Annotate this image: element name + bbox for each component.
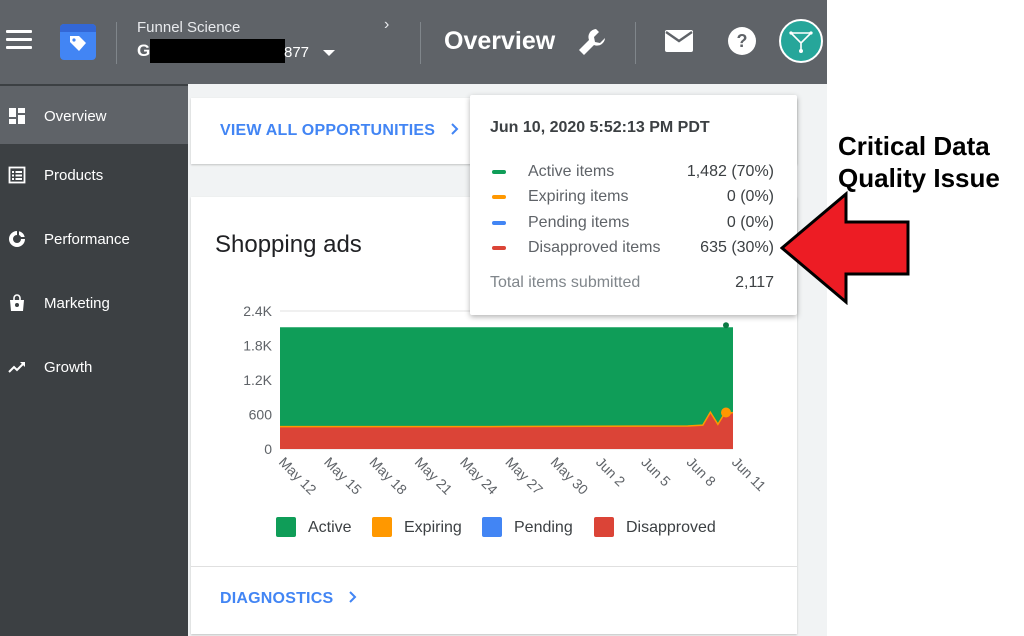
legend-label: Expiring [404, 519, 462, 536]
annotation-text: Critical Data Quality Issue [838, 130, 1000, 194]
view-all-opportunities-label: VIEW ALL OPPORTUNITIES [220, 122, 436, 139]
x-tick-label: May 24 [457, 454, 501, 498]
series-dash-disapproved [492, 246, 506, 250]
shopping-ads-chart: 0 600 1.2K 1.8K 2.4K May 12 May 15 May 18 May 21… [243, 303, 769, 498]
sidebar-item-products[interactable]: Products [0, 145, 188, 203]
sidebar-item-growth[interactable]: Growth [0, 337, 188, 395]
marketing-icon [10, 294, 24, 311]
products-icon [8, 166, 26, 184]
svg-text:?: ? [737, 31, 748, 51]
legend-swatch-active [276, 517, 296, 537]
x-tick-label: May 21 [412, 454, 456, 498]
header-divider [116, 22, 117, 64]
tooltip-row-active: Active items 1,482 (70%) [470, 161, 797, 183]
diagnostics-label: DIAGNOSTICS [220, 590, 334, 607]
series-dash-pending [492, 221, 506, 225]
tooltip-row-value: 0 (0%) [726, 214, 774, 231]
sidebar-item-overview[interactable]: Overview [0, 86, 188, 144]
performance-icon [9, 231, 25, 247]
legend-label: Active [308, 519, 352, 536]
chevron-right-icon [349, 591, 357, 603]
x-tick-label: May 30 [548, 454, 592, 498]
active-point [723, 322, 729, 329]
x-tick-label: Jun 8 [684, 454, 720, 490]
tooltip-row-label: Expiring items [528, 188, 629, 205]
x-tick-label: Jun 5 [638, 454, 674, 490]
annotation-line-1: Critical Data [838, 131, 990, 161]
diagnostics-link[interactable]: DIAGNOSTICS [220, 590, 358, 608]
red-arrow-annotation [780, 190, 910, 305]
legend-swatch-pending [482, 517, 502, 537]
tooltip-date: Jun 10, 2020 5:52:13 PM PDT [490, 119, 710, 136]
legend-label: Disapproved [626, 519, 716, 536]
tooltip-row-expiring: Expiring items 0 (0%) [470, 186, 797, 208]
y-tick-label: 0 [264, 441, 272, 457]
growth-icon [8, 362, 25, 373]
redaction-bar [150, 39, 285, 63]
breadcrumb-chevron-icon: › [384, 16, 390, 33]
x-tick-label: Jun 11 [729, 454, 769, 494]
sidebar-item-label: Overview [44, 108, 107, 125]
tooltip-row-disapproved: Disapproved items 635 (30%) [470, 237, 797, 259]
shopping-ads-title: Shopping ads [215, 231, 362, 258]
y-tick-label: 600 [249, 407, 273, 423]
x-tick-label: Jun 2 [593, 454, 629, 490]
series-dash-expiring [492, 195, 506, 199]
account-name: Funnel Science [137, 19, 241, 36]
sidebar-item-performance[interactable]: Performance [0, 209, 188, 267]
tooltip-total-label: Total items submitted [490, 274, 641, 291]
tooltip-total-value: 2,117 [735, 274, 774, 291]
wrench-icon[interactable] [576, 26, 608, 63]
legend-swatch-disapproved [594, 517, 614, 537]
tooltip-row-label: Active items [528, 163, 615, 180]
y-tick-label: 1.8K [243, 338, 272, 354]
overview-icon [9, 108, 25, 124]
sidebar-item-label: Products [44, 167, 104, 184]
menu-icon[interactable] [6, 30, 32, 52]
account-id-prefix[interactable]: G [137, 41, 150, 61]
view-all-opportunities-link[interactable]: VIEW ALL OPPORTUNITIES [220, 122, 460, 140]
page-title: Overview [444, 27, 556, 55]
y-tick-label: 1.2K [243, 372, 272, 388]
card-divider [191, 566, 797, 567]
account-dropdown-icon[interactable] [323, 50, 335, 56]
sidebar-item-label: Marketing [44, 295, 110, 312]
avatar[interactable] [779, 19, 823, 68]
sidebar-item-label: Performance [44, 231, 130, 248]
chart-tooltip: Jun 10, 2020 5:52:13 PM PDT Active items… [470, 95, 797, 315]
legend-label: Pending [514, 519, 573, 536]
x-tick-label: May 18 [366, 454, 410, 498]
sidebar-item-marketing[interactable]: Marketing [0, 273, 188, 331]
help-icon[interactable]: ? [727, 26, 757, 61]
expiring-point [721, 407, 731, 418]
sidebar-item-label: Growth [44, 359, 93, 376]
tooltip-row-pending: Pending items 0 (0%) [470, 212, 797, 234]
tooltip-row-label: Disapproved items [528, 239, 661, 256]
tooltip-row-label: Pending items [528, 214, 630, 231]
x-tick-label: May 15 [321, 454, 365, 498]
x-tick-label: May 27 [502, 454, 546, 498]
account-id-suffix[interactable]: 877 [284, 44, 309, 61]
x-tick-label: May 12 [276, 454, 320, 498]
mail-icon[interactable] [664, 29, 694, 58]
merchant-center-logo[interactable] [60, 24, 96, 60]
top-app-bar: Funnel Science G 877 › Overview ? [0, 0, 827, 84]
sidebar-nav: Overview Products Performance Marketing … [0, 84, 188, 636]
legend-swatch-expiring [372, 517, 392, 537]
tooltip-row-value: 635 (30%) [700, 239, 774, 256]
header-divider [420, 22, 421, 64]
chevron-right-icon [450, 123, 458, 135]
header-divider [635, 22, 636, 64]
tooltip-row-value: 0 (0%) [726, 188, 774, 205]
series-dash-active [492, 170, 506, 174]
y-tick-label: 2.4K [243, 303, 272, 319]
tooltip-row-value: 1,482 (70%) [686, 163, 774, 180]
